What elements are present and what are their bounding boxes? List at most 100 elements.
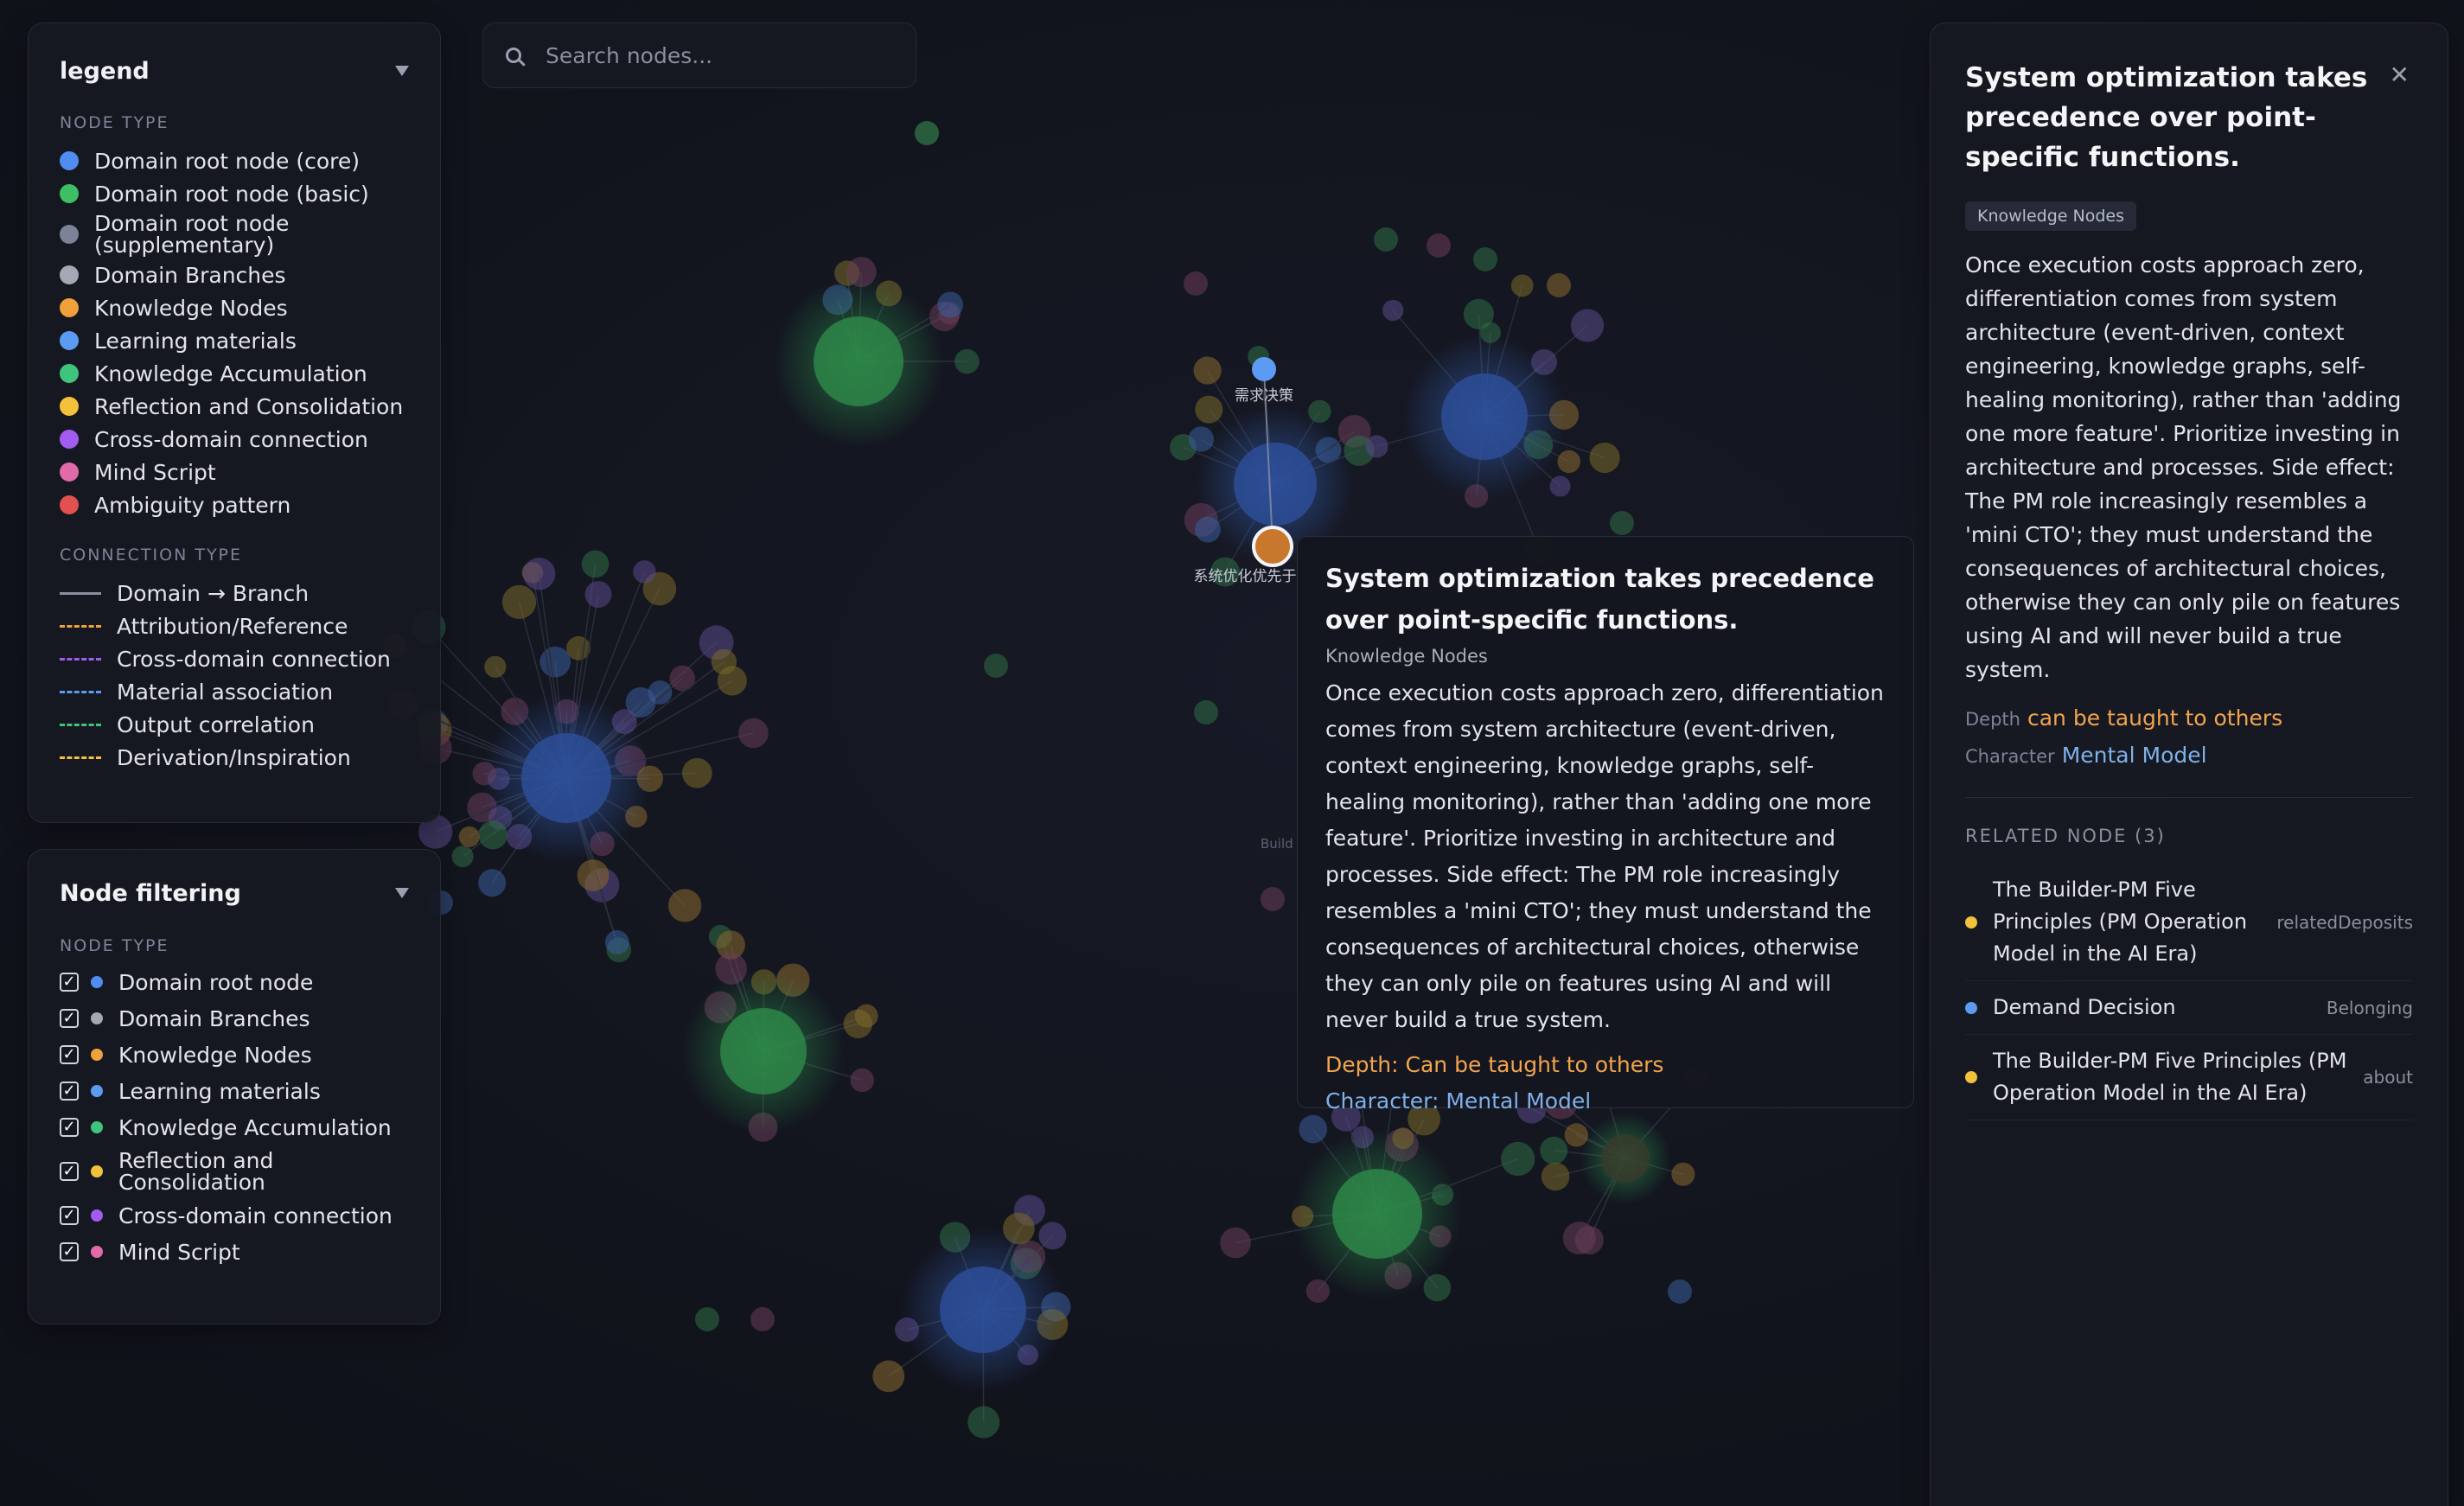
graph-node[interactable] xyxy=(1193,356,1222,385)
graph-node[interactable] xyxy=(915,121,939,145)
graph-domain-root-node[interactable] xyxy=(720,1008,807,1094)
graph-node[interactable] xyxy=(711,648,737,675)
filter-item-domain-branches[interactable]: ✓ Domain Branches xyxy=(29,1000,440,1037)
graph-node[interactable] xyxy=(451,846,474,868)
legend-item: Knowledge Accumulation xyxy=(29,357,440,390)
graph-node[interactable] xyxy=(850,1068,875,1093)
graph-node[interactable] xyxy=(1220,1227,1251,1259)
graph-node[interactable] xyxy=(458,826,480,847)
checkbox[interactable]: ✓ xyxy=(60,1242,79,1261)
graph-node[interactable] xyxy=(1540,1136,1568,1165)
checkbox[interactable]: ✓ xyxy=(60,1118,79,1137)
graph-domain-root-node[interactable] xyxy=(1332,1169,1422,1259)
graph-node[interactable] xyxy=(1562,1222,1596,1255)
graph-node[interactable] xyxy=(1195,395,1223,424)
graph-node[interactable] xyxy=(1194,700,1218,724)
filter-item-mind-script[interactable]: ✓ Mind Script xyxy=(29,1234,440,1270)
graph-node[interactable] xyxy=(1501,1141,1535,1177)
graph-node[interactable] xyxy=(695,1307,719,1331)
graph-node[interactable] xyxy=(1557,450,1580,474)
graph-node[interactable] xyxy=(1547,273,1571,297)
graph-node[interactable] xyxy=(1305,1279,1330,1303)
filter-item-reflection-consolidation[interactable]: ✓ Reflection and Consolidation xyxy=(29,1145,440,1197)
filter-item-cross-domain-connection[interactable]: ✓ Cross-domain connection xyxy=(29,1197,440,1234)
graph-node[interactable] xyxy=(967,1406,1000,1439)
graph-node[interactable] xyxy=(1382,299,1404,322)
graph-node[interactable] xyxy=(1427,233,1451,258)
checkbox[interactable]: ✓ xyxy=(60,973,79,992)
graph-node[interactable] xyxy=(1541,1162,1570,1191)
graph-node[interactable] xyxy=(1589,442,1620,474)
chevron-down-icon[interactable] xyxy=(395,888,409,898)
graph-node[interactable] xyxy=(522,558,556,590)
graph-node[interactable] xyxy=(1463,298,1494,329)
connection-line-swatch xyxy=(60,657,101,660)
graph-node[interactable] xyxy=(584,581,612,609)
graph-node[interactable] xyxy=(1299,1114,1328,1144)
graph-node[interactable] xyxy=(604,930,629,954)
graph-node[interactable] xyxy=(1668,1279,1692,1304)
graph-node[interactable] xyxy=(843,1009,873,1038)
graph-node-selected[interactable] xyxy=(1252,526,1293,567)
graph-node[interactable] xyxy=(1374,227,1398,252)
connection-line-swatch xyxy=(60,690,101,693)
filter-color-dot xyxy=(91,1121,103,1133)
node-details-panel: ✕ System optimization takes precedence o… xyxy=(1930,22,2448,1506)
graph-node[interactable] xyxy=(1671,1162,1695,1186)
graph-domain-root-node[interactable] xyxy=(940,1267,1026,1353)
graph-node[interactable] xyxy=(1038,1222,1067,1250)
legend-item: Knowledge Nodes xyxy=(29,291,440,324)
graph-node[interactable] xyxy=(1184,271,1208,296)
related-node-item[interactable]: Demand Decision Belonging xyxy=(1965,981,2413,1035)
graph-node[interactable] xyxy=(484,655,507,678)
graph-node[interactable] xyxy=(1570,309,1605,342)
legend-color-dot xyxy=(60,331,79,350)
legend-connection-item: Cross-domain connection xyxy=(29,642,440,675)
related-node-item[interactable]: The Builder-PM Five Principles (PM Opera… xyxy=(1965,864,2413,981)
graph-node[interactable] xyxy=(872,1360,905,1393)
graph-node[interactable] xyxy=(581,550,610,578)
graph-node[interactable] xyxy=(1261,887,1285,911)
filter-item-knowledge-nodes[interactable]: ✓ Knowledge Nodes xyxy=(29,1037,440,1073)
filter-item-knowledge-accumulation[interactable]: ✓ Knowledge Accumulation xyxy=(29,1109,440,1145)
checkbox[interactable]: ✓ xyxy=(60,1206,79,1225)
graph-domain-root-node[interactable] xyxy=(1234,443,1317,526)
graph-node[interactable] xyxy=(750,1307,775,1331)
close-icon[interactable]: ✕ xyxy=(2390,63,2410,87)
checkbox[interactable]: ✓ xyxy=(60,1045,79,1064)
checkbox[interactable]: ✓ xyxy=(60,1082,79,1101)
graph-domain-root-node[interactable] xyxy=(1441,373,1528,460)
graph-node[interactable] xyxy=(478,869,507,897)
graph-node[interactable] xyxy=(1549,475,1571,497)
related-node-color-dot xyxy=(1965,1001,1977,1014)
graph-node[interactable] xyxy=(1473,247,1497,271)
related-node-title: The Builder-PM Five Principles (PM Opera… xyxy=(1993,1049,2347,1105)
graph-domain-root-node[interactable] xyxy=(521,733,611,823)
graph-node[interactable] xyxy=(633,560,656,584)
chevron-down-icon[interactable] xyxy=(395,66,409,76)
graph-node[interactable] xyxy=(984,654,1008,678)
graph-node[interactable] xyxy=(738,718,769,749)
legend-color-dot xyxy=(60,495,79,514)
graph-node[interactable] xyxy=(501,584,537,620)
filter-item-learning-materials[interactable]: ✓ Learning materials xyxy=(29,1073,440,1109)
related-node-item[interactable]: The Builder-PM Five Principles (PM Opera… xyxy=(1965,1035,2413,1120)
graph-node-demand-decision[interactable] xyxy=(1252,357,1276,381)
graph-node[interactable] xyxy=(1610,511,1634,535)
graph-node[interactable] xyxy=(681,757,712,788)
graph-domain-root-node[interactable] xyxy=(814,316,903,406)
checkbox[interactable]: ✓ xyxy=(60,1009,79,1028)
graph-domain-root-node[interactable] xyxy=(1601,1134,1650,1183)
search-input[interactable] xyxy=(544,41,893,69)
graph-node[interactable] xyxy=(1365,435,1388,458)
graph-node[interactable] xyxy=(1510,274,1534,297)
graph-node[interactable] xyxy=(539,646,571,678)
graph-node[interactable] xyxy=(937,291,964,318)
graph-node[interactable] xyxy=(667,889,702,922)
checkbox[interactable]: ✓ xyxy=(60,1162,79,1181)
graph-node[interactable] xyxy=(954,348,980,374)
filter-item-domain-root-node[interactable]: ✓ Domain root node xyxy=(29,964,440,1000)
graph-node[interactable] xyxy=(577,859,610,891)
legend-header: legend xyxy=(29,23,440,118)
graph-node[interactable] xyxy=(669,665,696,692)
